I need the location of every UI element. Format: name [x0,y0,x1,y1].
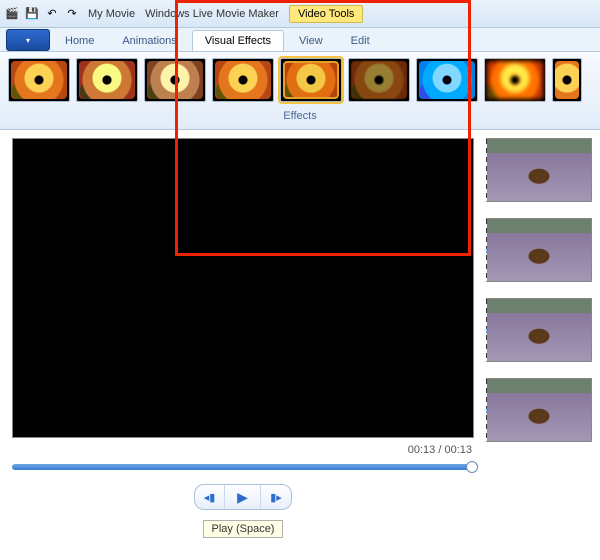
tab-animations[interactable]: Animations [109,30,189,51]
app-menu-button[interactable]: ▾ [6,29,50,51]
prev-frame-button[interactable]: ◂▮ [195,485,225,509]
clip-thumb[interactable] [486,378,592,442]
play-button[interactable]: ▶ [225,485,261,509]
tab-home[interactable]: Home [52,30,107,51]
effect-thumb[interactable] [144,58,206,102]
ribbon-body: Effects [0,52,600,130]
effect-thumb[interactable] [416,58,478,102]
playback-controls: ◂▮ ▶ ▮▸ [12,480,474,514]
tab-edit[interactable]: Edit [338,30,383,51]
save-icon[interactable]: 💾 [24,6,40,22]
contextual-tab-label: Video Tools [289,5,363,23]
effect-thumb[interactable] [348,58,410,102]
effect-thumb[interactable] [76,58,138,102]
effect-thumb[interactable] [8,58,70,102]
ribbon-group-label: Effects [0,108,600,126]
effect-thumb[interactable] [212,58,274,102]
quick-access-toolbar: 🎬 💾 ↶ ↷ [4,6,80,22]
title-bar: 🎬 💾 ↶ ↷ My Movie Windows Live Movie Make… [0,0,600,28]
tab-visual-effects[interactable]: Visual Effects [192,30,284,51]
seek-fill [12,464,474,470]
preview-pane: 00:13 / 00:13 ◂▮ ▶ ▮▸ Play (Space) [0,130,486,560]
project-name: My Movie [88,8,135,20]
redo-icon[interactable]: ↷ [64,6,80,22]
clip-thumb[interactable] [486,138,592,202]
clip-thumb[interactable] [486,218,592,282]
ribbon-tabs: ▾ Home Animations Visual Effects View Ed… [0,28,600,52]
tab-view[interactable]: View [286,30,336,51]
seek-bar[interactable] [12,464,474,470]
app-name: Windows Live Movie Maker [145,8,279,20]
workspace: 00:13 / 00:13 ◂▮ ▶ ▮▸ Play (Space) [0,130,600,560]
play-tooltip: Play (Space) [203,520,284,538]
effect-thumb[interactable] [552,58,582,102]
app-icon[interactable]: 🎬 [4,6,20,22]
storyboard-pane [486,130,600,560]
preview-video[interactable] [12,138,474,438]
playback-button-group: ◂▮ ▶ ▮▸ [194,484,292,510]
effect-thumb[interactable] [484,58,546,102]
time-display: 00:13 / 00:13 [12,438,474,462]
seek-thumb[interactable] [466,461,478,473]
undo-icon[interactable]: ↶ [44,6,60,22]
window-title: My Movie Windows Live Movie Maker Video … [88,5,363,23]
effects-gallery [0,52,600,108]
next-frame-button[interactable]: ▮▸ [261,485,291,509]
clip-thumb[interactable] [486,298,592,362]
effect-thumb-selected[interactable] [280,58,342,102]
